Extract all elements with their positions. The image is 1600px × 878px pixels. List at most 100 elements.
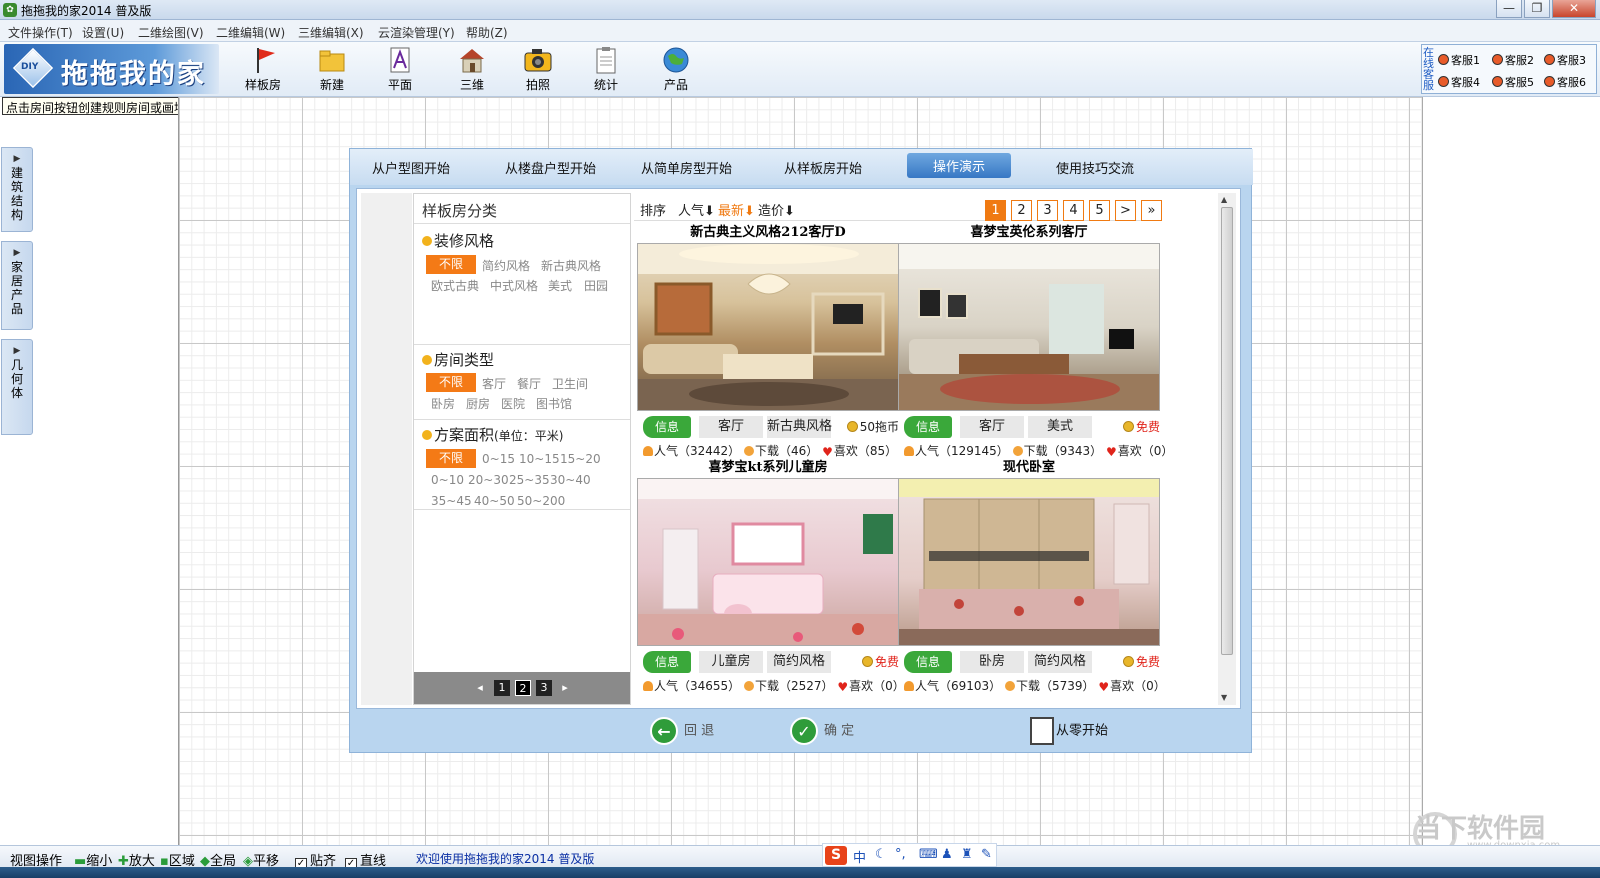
prev-page-icon[interactable]: ◂ — [472, 680, 488, 696]
sample-card[interactable]: 喜梦宝英伦系列客厅 信息 客厅 美式 免费 人气（129145） 下载（9343… — [898, 223, 1173, 459]
room-tag[interactable]: 儿童房 — [699, 651, 763, 673]
info-button[interactable]: 信息 — [643, 651, 691, 673]
menu-file[interactable]: 文件操作(T) — [8, 24, 73, 41]
vertical-scrollbar[interactable]: ▲ ▼ — [1218, 193, 1236, 705]
area-option[interactable]: 20~30 — [468, 473, 509, 487]
menu-2d-draw[interactable]: 二维绘图(V) — [138, 24, 204, 41]
room-option[interactable]: 医院 — [501, 395, 525, 412]
keyboard-icon[interactable]: ⌨ — [919, 847, 938, 862]
photo-button[interactable]: 拍照 — [510, 46, 566, 96]
user-icon[interactable]: ♟ — [941, 847, 953, 862]
style-tag[interactable]: 简约风格 — [1028, 651, 1092, 673]
close-button[interactable]: ✕ — [1552, 0, 1596, 18]
area-option[interactable]: 0~10 — [431, 473, 464, 487]
stats-button[interactable]: 统计 — [578, 46, 634, 96]
sort-cost[interactable]: 造价⬇ — [758, 200, 795, 219]
info-button[interactable]: 信息 — [904, 416, 952, 438]
category-page-1[interactable]: 1 — [494, 680, 510, 696]
menu-2d-edit[interactable]: 二维编辑(W) — [216, 24, 285, 41]
area-option[interactable]: 15~20 — [560, 452, 601, 466]
sample-card[interactable]: 现代卧室 信息 卧房 简约风格 免费 人气（69103） 下载（5739） ♥喜… — [898, 458, 1166, 694]
scroll-up-icon[interactable]: ▲ — [1221, 195, 1227, 204]
area-option[interactable]: 10~15 — [519, 452, 560, 466]
sample-room-button[interactable]: 样板房 — [235, 46, 291, 96]
room-tag[interactable]: 客厅 — [960, 416, 1024, 438]
area-option[interactable]: 35~45 — [431, 494, 472, 508]
area-option[interactable]: 25~35 — [509, 473, 550, 487]
room-tag[interactable]: 客厅 — [699, 416, 763, 438]
menu-help[interactable]: 帮助(Z) — [466, 24, 508, 41]
page-3[interactable]: 3 — [1037, 200, 1058, 221]
area-option-all[interactable]: 不限 — [426, 449, 476, 468]
ime-lang[interactable]: 中 — [853, 847, 866, 866]
tab-from-floorplan[interactable]: 从户型图开始 — [372, 158, 450, 177]
room-option[interactable]: 客厅 — [482, 375, 506, 392]
start-from-scratch-button[interactable]: 从零开始 — [1030, 717, 1108, 749]
tab-from-simple[interactable]: 从简单房型开始 — [641, 158, 732, 177]
tab-from-estate[interactable]: 从楼盘户型开始 — [505, 158, 596, 177]
moon-icon[interactable]: ☾ — [875, 847, 887, 862]
tab-from-sample[interactable]: 从样板房开始 — [784, 158, 862, 177]
room-option[interactable]: 图书馆 — [536, 395, 572, 412]
tab-demo[interactable]: 操作演示 — [907, 153, 1012, 178]
room-photo[interactable] — [898, 243, 1160, 411]
room-photo[interactable] — [637, 243, 899, 411]
page-4[interactable]: 4 — [1063, 200, 1084, 221]
menu-cloud-render[interactable]: 云渲染管理(Y) — [378, 24, 455, 41]
shirt-icon[interactable]: ♜ — [961, 847, 973, 862]
service-6[interactable]: 客服6 — [1544, 74, 1586, 90]
products-button[interactable]: 产品 — [648, 46, 704, 96]
next-page-button[interactable]: > — [1115, 200, 1136, 221]
service-3[interactable]: 客服3 — [1544, 52, 1586, 68]
room-option[interactable]: 卫生间 — [552, 375, 588, 392]
sort-newest[interactable]: 最新⬇ — [718, 200, 755, 219]
menu-3d-edit[interactable]: 三维编辑(X) — [298, 24, 364, 41]
page-5[interactable]: 5 — [1089, 200, 1110, 221]
style-option-all[interactable]: 不限 — [426, 255, 476, 274]
style-tag[interactable]: 美式 — [1028, 416, 1092, 438]
3d-button[interactable]: 三维 — [444, 46, 500, 96]
scroll-thumb[interactable] — [1221, 207, 1233, 655]
new-button[interactable]: 新建 — [304, 46, 360, 96]
info-button[interactable]: 信息 — [643, 416, 691, 438]
sample-card[interactable]: 新古典主义风格212客厅D 信息 客厅 新古典风格 50拖币 人气（32442）… — [637, 223, 899, 459]
style-tag[interactable]: 新古典风格 — [767, 416, 832, 438]
tab-home-products[interactable]: ▶ 家居产品 — [1, 241, 33, 330]
tab-tips[interactable]: 使用技巧交流 — [1056, 158, 1134, 177]
room-option[interactable]: 厨房 — [466, 395, 490, 412]
style-option[interactable]: 简约风格 — [482, 257, 530, 274]
category-page-2[interactable]: 2 — [515, 680, 531, 696]
room-photo[interactable] — [898, 478, 1160, 646]
service-1[interactable]: 客服1 — [1438, 52, 1480, 68]
service-5[interactable]: 客服5 — [1492, 74, 1534, 90]
ok-button[interactable]: ✓ 确 定 — [790, 717, 854, 749]
back-button[interactable]: ← 回 退 — [650, 717, 714, 749]
style-option[interactable]: 中式风格 — [490, 277, 538, 294]
punct-icon[interactable]: °, — [895, 847, 906, 862]
menu-settings[interactable]: 设置(U) — [82, 24, 124, 41]
tab-geometry[interactable]: ▶ 几何体 — [1, 339, 33, 435]
style-tag[interactable]: 简约风格 — [767, 651, 831, 673]
style-option[interactable]: 新古典风格 — [541, 257, 601, 274]
restore-button[interactable]: ❐ — [1524, 0, 1550, 18]
scroll-down-icon[interactable]: ▼ — [1221, 693, 1227, 702]
area-option[interactable]: 50~200 — [517, 494, 565, 508]
tab-building-structure[interactable]: ▶ 建筑结构 — [1, 147, 33, 232]
area-option[interactable]: 40~50 — [474, 494, 515, 508]
service-4[interactable]: 客服4 — [1438, 74, 1480, 90]
sort-popularity[interactable]: 人气⬇ — [678, 200, 715, 219]
sample-card[interactable]: 喜梦宝kt系列儿童房 信息 儿童房 简约风格 免费 人气（34655） 下载（2… — [637, 458, 905, 694]
category-page-3[interactable]: 3 — [536, 680, 552, 696]
room-photo[interactable] — [637, 478, 899, 646]
minimize-button[interactable]: — — [1496, 0, 1522, 18]
room-tag[interactable]: 卧房 — [960, 651, 1024, 673]
style-option[interactable]: 欧式古典 — [431, 277, 479, 294]
room-option[interactable]: 餐厅 — [517, 375, 541, 392]
area-option[interactable]: 0~15 — [482, 452, 515, 466]
next-page-icon[interactable]: ▸ — [557, 680, 573, 696]
room-option[interactable]: 卧房 — [431, 395, 455, 412]
page-1[interactable]: 1 — [985, 200, 1006, 221]
page-2[interactable]: 2 — [1011, 200, 1032, 221]
plan-button[interactable]: 平面 — [372, 46, 428, 96]
area-option[interactable]: 30~40 — [550, 473, 591, 487]
